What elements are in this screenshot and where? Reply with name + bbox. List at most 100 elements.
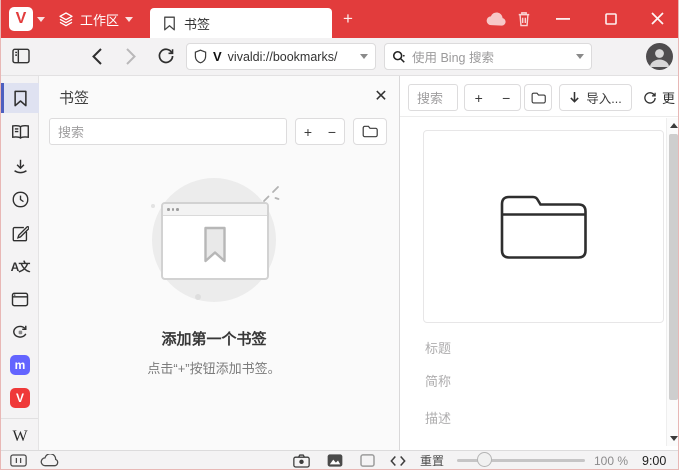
back-button[interactable] <box>92 48 102 65</box>
window-panel-icon <box>11 292 29 306</box>
page-remove-button[interactable]: − <box>493 90 521 106</box>
bookmark-icon <box>13 90 27 106</box>
decor-dot <box>151 204 155 208</box>
sidebar-item-sessions[interactable] <box>1 317 39 347</box>
sidebar-item-wikipedia[interactable]: W <box>1 422 39 452</box>
vivaldi-page-badge-icon: V <box>213 49 222 64</box>
panel-remove-button[interactable]: − <box>320 124 344 140</box>
bookmark-icon <box>163 16 176 31</box>
illustration-titlebar <box>163 204 267 216</box>
workspaces-icon <box>58 11 74 27</box>
image-icon <box>327 454 343 467</box>
zoom-reset-button[interactable]: 重置 <box>420 451 444 469</box>
minimize-button[interactable] <box>556 18 570 21</box>
panel-new-folder-button[interactable] <box>353 118 387 145</box>
scroll-down-icon[interactable] <box>670 436 678 441</box>
capture-page-button[interactable] <box>293 451 310 469</box>
empty-state-illustration <box>161 202 269 280</box>
update-thumbnails-button[interactable]: 更 <box>643 88 675 107</box>
panel-toggle-icon <box>10 454 27 467</box>
illustration-bookmark-ribbon <box>204 226 226 263</box>
developer-tools-button[interactable] <box>390 451 406 469</box>
close-button[interactable] <box>651 12 664 25</box>
refresh-icon <box>644 91 656 104</box>
sync-status-cloud[interactable] <box>40 451 61 469</box>
page-actions-button[interactable] <box>360 451 375 469</box>
page-search-input[interactable]: 搜索 <box>408 84 458 111</box>
panel-title: 书签 <box>59 90 90 107</box>
sidebar-item-downloads[interactable] <box>1 151 39 181</box>
large-folder-icon <box>500 195 587 259</box>
page-add-button[interactable]: + <box>465 90 493 106</box>
url-text[interactable]: vivaldi://bookmarks/ <box>228 50 354 64</box>
new-tab-button[interactable]: + <box>337 8 359 30</box>
downloads-icon <box>13 159 27 173</box>
checkbox-square-icon <box>360 454 375 467</box>
wikipedia-icon: W <box>12 428 28 445</box>
camera-icon <box>293 453 310 468</box>
panel-close-button[interactable]: ✕ <box>369 84 393 108</box>
notes-icon <box>12 225 29 241</box>
panel-search-placeholder: 搜索 <box>58 125 85 140</box>
empty-state-heading: 添加第一个书签 <box>161 331 267 348</box>
sidebar-item-notes[interactable] <box>1 218 39 248</box>
panel-add-button[interactable]: + <box>296 124 320 140</box>
panel-toggle-icon[interactable] <box>12 48 30 64</box>
browser-window: V 工作区 书签 + V vivaldi://bookmarks/ 使用 Bin… <box>0 0 679 470</box>
sparkle-icon <box>261 184 281 204</box>
bookmarks-page: 搜索 + − 导入... 更 标题 简称 描述 <box>400 76 678 450</box>
search-placeholder[interactable]: 使用 Bing 搜索 <box>412 47 570 66</box>
clock[interactable]: 9:00 <box>642 451 666 469</box>
profile-avatar[interactable] <box>646 43 673 70</box>
page-new-folder-button[interactable] <box>524 84 552 111</box>
url-field[interactable]: V vivaldi://bookmarks/ <box>186 43 376 70</box>
description-field[interactable]: 描述 <box>425 408 451 427</box>
panel-add-remove-group: + − <box>295 118 345 145</box>
workspace-button[interactable]: 工作区 <box>58 6 134 32</box>
statusbar-panel-toggle[interactable] <box>10 451 27 469</box>
nickname-field[interactable]: 简称 <box>425 371 451 390</box>
sidebar-item-reading-list[interactable] <box>1 117 39 147</box>
title-field[interactable]: 标题 <box>425 338 451 357</box>
toggle-images-button[interactable] <box>327 451 343 469</box>
decor-dot <box>195 294 201 300</box>
session-loop-icon <box>13 325 27 338</box>
tab-bookmarks[interactable]: 书签 <box>150 8 332 38</box>
scrollbar-thumb[interactable] <box>669 134 678 400</box>
status-bar: 重置 100 % 9:00 <box>1 450 678 469</box>
sidebar-item-vivaldi[interactable]: V <box>1 383 39 413</box>
sidebar-item-bookmarks[interactable] <box>1 83 39 113</box>
maximize-button[interactable] <box>605 13 617 25</box>
address-bar: V vivaldi://bookmarks/ 使用 Bing 搜索 <box>1 38 678 76</box>
zoom-slider-handle[interactable] <box>477 452 492 467</box>
vivaldi-menu-icon[interactable]: V <box>9 7 33 31</box>
panel-search-input[interactable]: 搜索 <box>49 118 287 145</box>
thumbnail-card <box>423 130 664 323</box>
import-label: 导入... <box>586 92 622 106</box>
empty-state-subtext: 点击“+”按钮添加书签。 <box>147 361 281 376</box>
search-engine-icon[interactable] <box>392 50 406 64</box>
toolbar-separator <box>400 116 678 117</box>
shield-icon[interactable] <box>194 49 207 64</box>
import-button[interactable]: 导入... <box>559 84 632 111</box>
sidebar-item-mastodon[interactable]: m <box>1 350 39 380</box>
forward-button[interactable] <box>126 48 136 65</box>
mastodon-icon: m <box>10 355 30 375</box>
update-label: 更 <box>662 91 676 106</box>
sidebar-divider <box>1 418 38 419</box>
search-field[interactable]: 使用 Bing 搜索 <box>384 43 592 70</box>
scroll-up-icon[interactable] <box>670 123 678 128</box>
url-dropdown-caret-icon[interactable] <box>360 54 368 59</box>
reading-list-icon <box>11 125 29 139</box>
sidebar-item-translate[interactable]: A文 <box>1 251 39 281</box>
page-scrollbar[interactable] <box>666 118 678 446</box>
vivaldi-menu-caret-icon[interactable] <box>37 17 45 22</box>
synced-tabs-cloud-icon[interactable] <box>486 12 507 26</box>
sidebar-item-history[interactable] <box>1 184 39 214</box>
trash-icon[interactable] <box>517 11 531 27</box>
page-add-remove-group: + − <box>464 84 521 111</box>
search-dropdown-caret-icon[interactable] <box>576 54 584 59</box>
workspace-label: 工作区 <box>80 12 120 28</box>
reload-button[interactable] <box>157 47 175 65</box>
sidebar-item-windows[interactable] <box>1 284 39 314</box>
